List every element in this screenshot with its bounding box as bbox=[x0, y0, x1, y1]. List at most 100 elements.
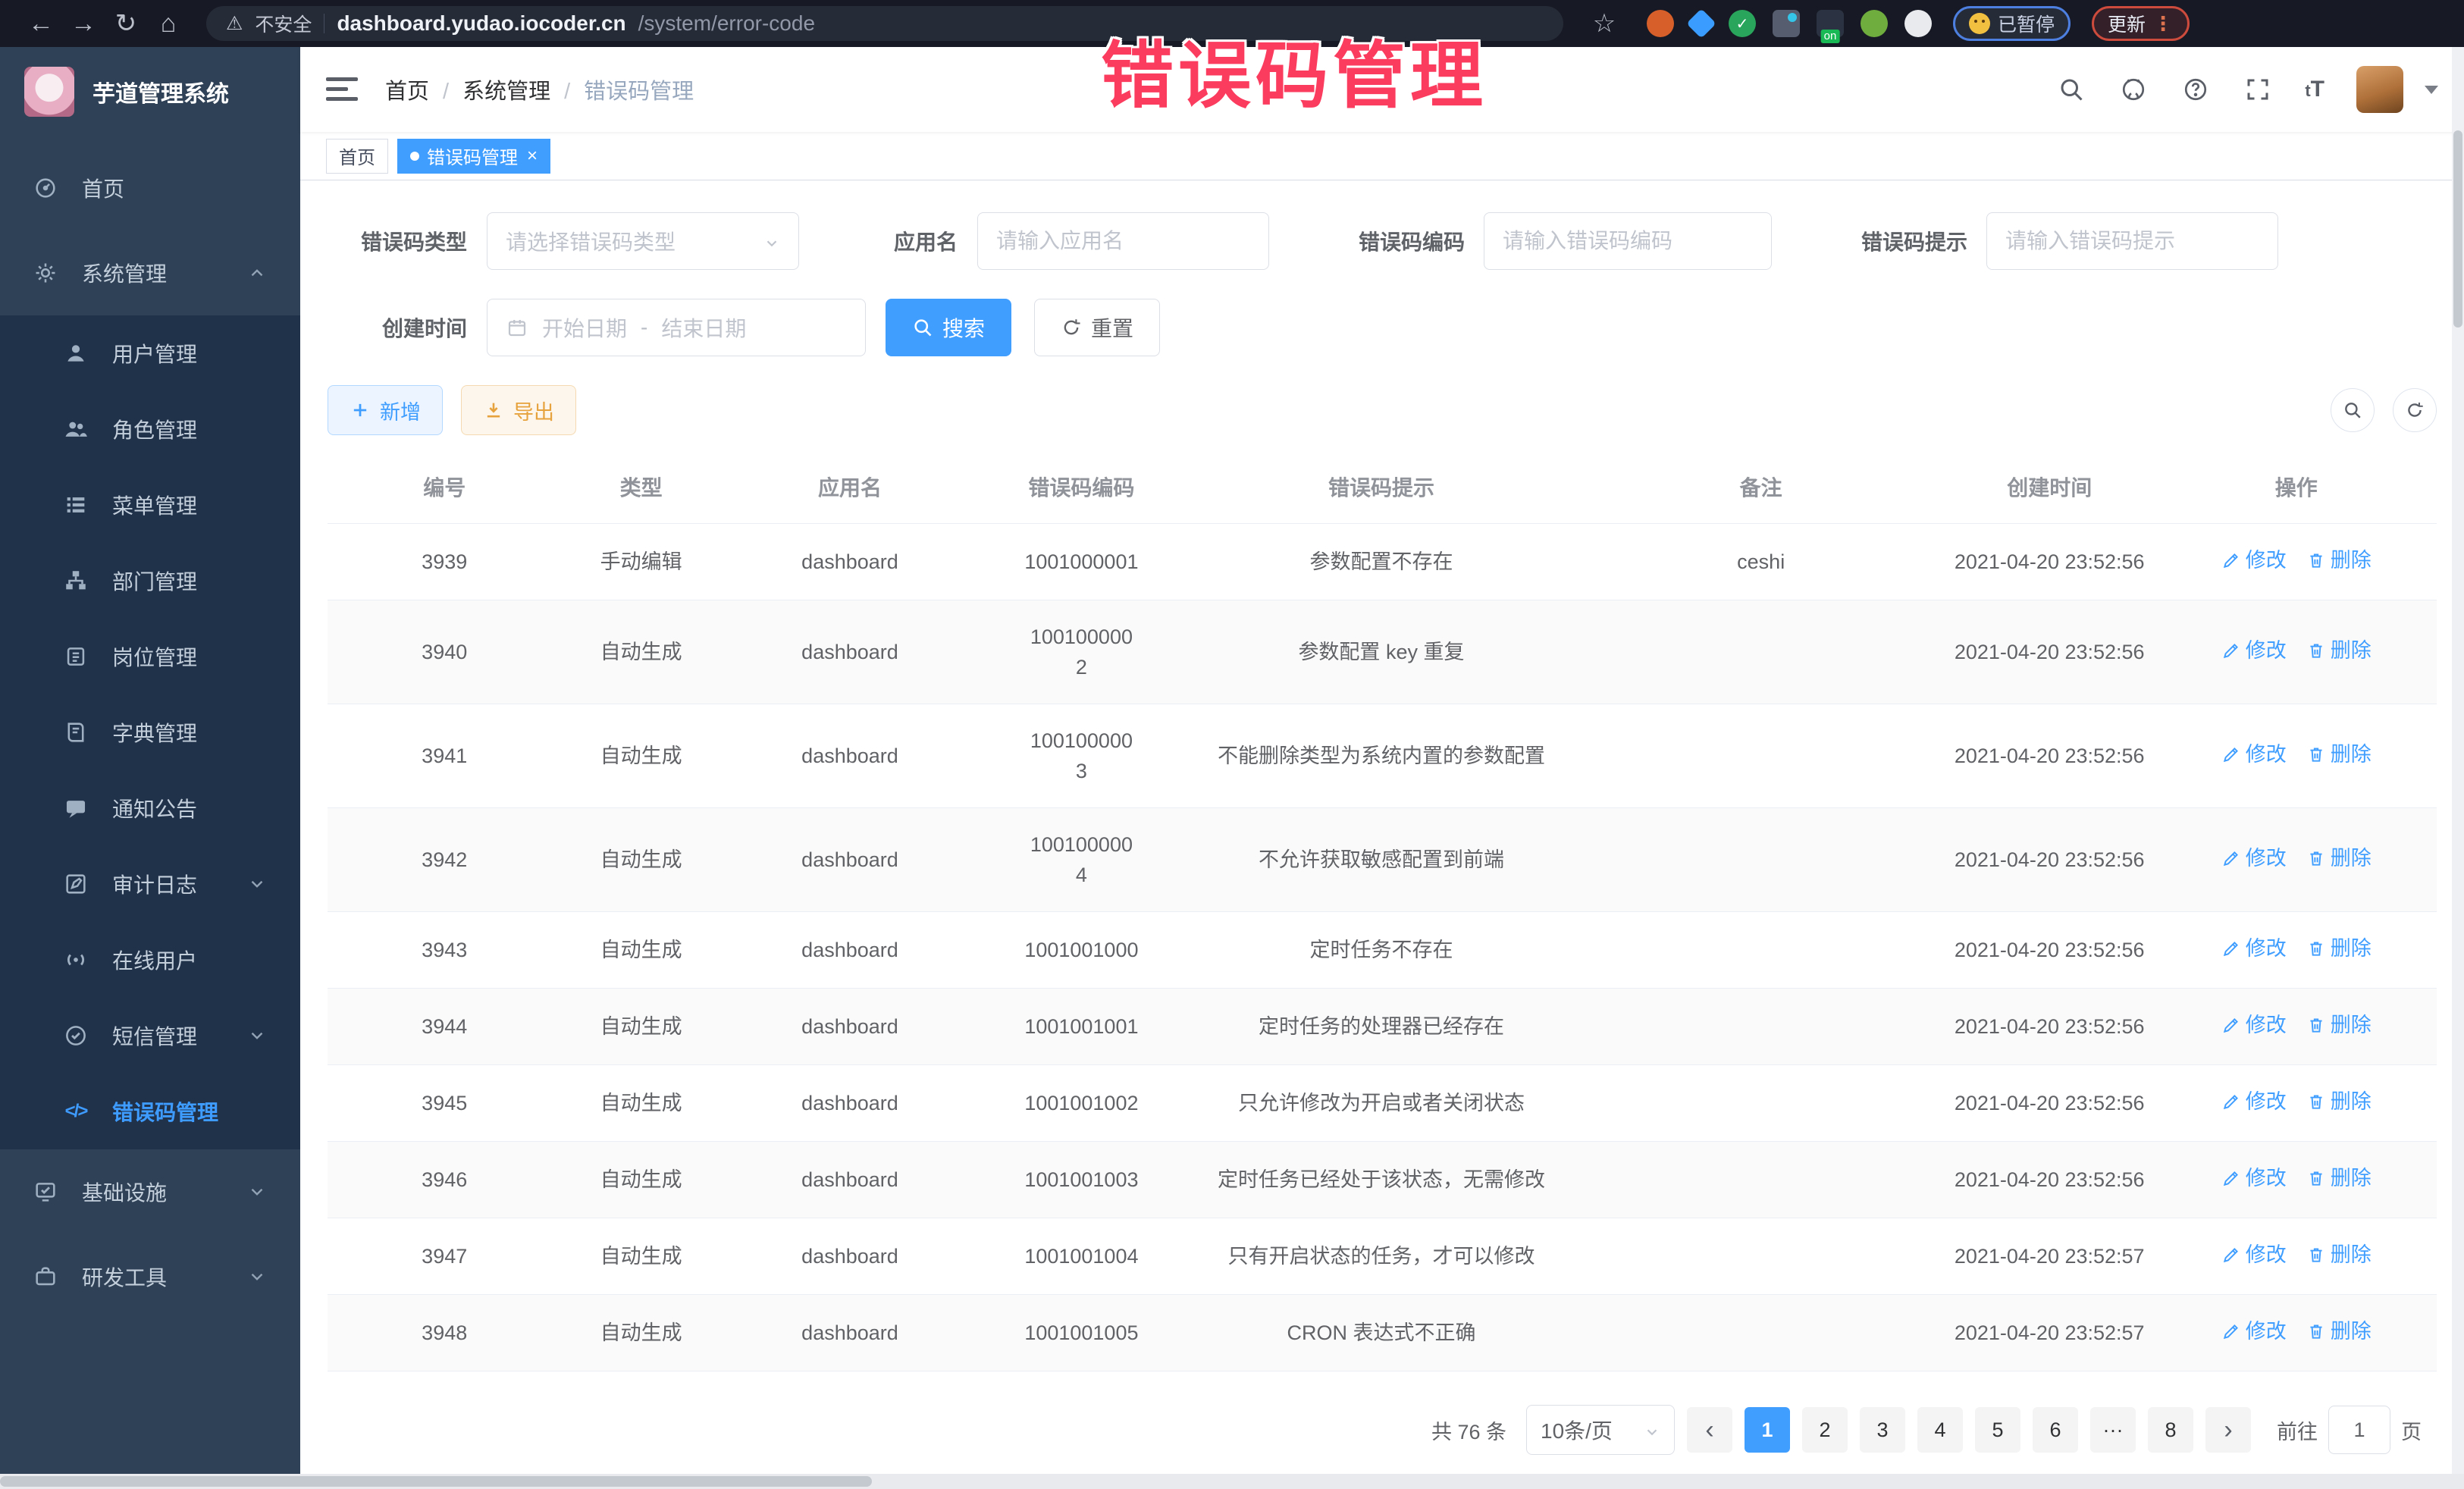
ext-orange-icon[interactable] bbox=[1647, 10, 1674, 37]
search-button[interactable]: 搜索 bbox=[886, 299, 1011, 356]
add-button[interactable]: 新增 bbox=[328, 385, 443, 435]
sidebar-item-在线用户[interactable]: 在线用户 bbox=[0, 922, 300, 998]
horizontal-scrollbar-thumb[interactable] bbox=[0, 1476, 872, 1487]
breadcrumb-item[interactable]: 首页 bbox=[385, 74, 429, 105]
fullscreen-icon[interactable] bbox=[2243, 74, 2273, 105]
edit-link[interactable]: 修改 bbox=[2221, 1010, 2287, 1040]
edit-link[interactable]: 修改 bbox=[2221, 1086, 2287, 1117]
edit-link[interactable]: 修改 bbox=[2221, 843, 2287, 873]
tag-错误码管理[interactable]: 错误码管理 × bbox=[397, 139, 550, 174]
ext-green-check-icon[interactable]: ✓ bbox=[1729, 10, 1756, 37]
delete-link[interactable]: 删除 bbox=[2306, 739, 2372, 770]
delete-link[interactable]: 删除 bbox=[2306, 843, 2372, 873]
browser-menu-icon[interactable]: ⋮ bbox=[2153, 12, 2174, 36]
sidebar-item-短信管理[interactable]: 短信管理 bbox=[0, 998, 300, 1074]
sidebar-item-部门管理[interactable]: 部门管理 bbox=[0, 543, 300, 619]
next-page-button[interactable]: › bbox=[2205, 1407, 2251, 1453]
pagination: 共 76 条 10条/页 ‹ 123456···8 › 前往 页 bbox=[328, 1405, 2437, 1455]
sidebar-item-岗位管理[interactable]: 岗位管理 bbox=[0, 619, 300, 694]
chevron-down-icon bbox=[247, 1182, 267, 1202]
page-button[interactable]: 1 bbox=[1745, 1407, 1790, 1453]
delete-link[interactable]: 删除 bbox=[2306, 1086, 2372, 1117]
page-ellipsis[interactable]: ··· bbox=[2090, 1407, 2136, 1453]
breadcrumb-item[interactable]: 系统管理 bbox=[429, 74, 550, 105]
page-button[interactable]: 6 bbox=[2033, 1407, 2078, 1453]
font-size-icon[interactable]: tT bbox=[2305, 77, 2324, 102]
avatar-dropdown-icon[interactable] bbox=[2425, 86, 2438, 94]
edit-link[interactable]: 修改 bbox=[2221, 739, 2287, 770]
browser-profile-chip[interactable]: 已暂停 bbox=[1953, 6, 2071, 41]
sidebar-item-系统管理[interactable]: 系统管理 bbox=[0, 230, 300, 315]
delete-link[interactable]: 删除 bbox=[2306, 1240, 2372, 1270]
delete-link[interactable]: 删除 bbox=[2306, 1316, 2372, 1346]
sidebar-item-基础设施[interactable]: 基础设施 bbox=[0, 1149, 300, 1234]
sidebar-item-角色管理[interactable]: 角色管理 bbox=[0, 391, 300, 467]
edit-link[interactable]: 修改 bbox=[2221, 1163, 2287, 1193]
reload-icon[interactable]: ↻ bbox=[105, 8, 147, 39]
error-code-input[interactable] bbox=[1484, 212, 1772, 270]
cell-type: 自动生成 bbox=[561, 704, 720, 808]
edit-link[interactable]: 修改 bbox=[2221, 545, 2287, 575]
edit-link[interactable]: 修改 bbox=[2221, 933, 2287, 964]
sidebar-item-错误码管理[interactable]: </> 错误码管理 bbox=[0, 1074, 300, 1149]
page-button[interactable]: 4 bbox=[1917, 1407, 1963, 1453]
edit-link[interactable]: 修改 bbox=[2221, 1316, 2287, 1346]
page-button[interactable]: 8 bbox=[2148, 1407, 2193, 1453]
sidebar-item-菜单管理[interactable]: 菜单管理 bbox=[0, 467, 300, 543]
logo-avatar bbox=[24, 67, 74, 117]
page-size-select[interactable]: 10条/页 bbox=[1526, 1405, 1675, 1455]
sidebar-item-用户管理[interactable]: 用户管理 bbox=[0, 315, 300, 391]
search-icon[interactable] bbox=[2056, 74, 2086, 105]
error-type-select[interactable]: 请选择错误码类型 bbox=[487, 212, 799, 270]
github-icon[interactable] bbox=[2118, 74, 2149, 105]
sidebar-item-字典管理[interactable]: 字典管理 bbox=[0, 694, 300, 770]
edit-link[interactable]: 修改 bbox=[2221, 635, 2287, 666]
help-icon[interactable] bbox=[2180, 74, 2211, 105]
sidebar-item-研发工具[interactable]: 研发工具 bbox=[0, 1234, 300, 1319]
page-button[interactable]: 2 bbox=[1802, 1407, 1848, 1453]
ext-switch-icon[interactable]: on bbox=[1817, 10, 1844, 37]
horizontal-scrollbar[interactable] bbox=[0, 1474, 2464, 1489]
breadcrumb-item[interactable]: 错误码管理 bbox=[550, 74, 694, 105]
infra-icon bbox=[32, 1178, 59, 1205]
sidebar-item-通知公告[interactable]: 通知公告 bbox=[0, 770, 300, 846]
delete-link[interactable]: 删除 bbox=[2306, 1163, 2372, 1193]
ext-key-icon[interactable] bbox=[1861, 10, 1888, 37]
ext-tabs-icon[interactable] bbox=[1773, 10, 1800, 37]
delete-link[interactable]: 删除 bbox=[2306, 635, 2372, 666]
home-icon[interactable]: ⌂ bbox=[147, 9, 190, 39]
vertical-scrollbar-thumb[interactable] bbox=[2453, 130, 2462, 328]
address-bar[interactable]: ⚠ 不安全 dashboard.yudao.iocoder.cn /system… bbox=[206, 6, 1563, 41]
edit-link[interactable]: 修改 bbox=[2221, 1240, 2287, 1270]
cell-code: 100100000 4 bbox=[979, 808, 1183, 912]
forward-icon[interactable]: → bbox=[62, 9, 105, 39]
prev-page-button[interactable]: ‹ bbox=[1687, 1407, 1732, 1453]
delete-link[interactable]: 删除 bbox=[2306, 545, 2372, 575]
refresh-icon[interactable] bbox=[2393, 388, 2437, 432]
page-button[interactable]: 5 bbox=[1975, 1407, 2020, 1453]
goto-page-input[interactable] bbox=[2328, 1406, 2390, 1454]
export-button[interactable]: 导出 bbox=[461, 385, 576, 435]
vertical-scrollbar[interactable] bbox=[2452, 47, 2464, 1474]
hamburger-icon[interactable] bbox=[326, 77, 358, 102]
cell-time: 2021-04-20 23:52:56 bbox=[1943, 912, 2155, 989]
delete-link[interactable]: 删除 bbox=[2306, 1010, 2372, 1040]
toggle-search-icon[interactable] bbox=[2331, 388, 2375, 432]
page-button[interactable]: 3 bbox=[1860, 1407, 1905, 1453]
reset-button[interactable]: 重置 bbox=[1034, 299, 1160, 356]
back-icon[interactable]: ← bbox=[20, 9, 62, 39]
ext-gem-icon[interactable] bbox=[1686, 8, 1716, 39]
user-avatar[interactable] bbox=[2356, 66, 2403, 113]
close-icon[interactable]: × bbox=[527, 146, 538, 167]
browser-update-button[interactable]: 更新 ⋮ bbox=[2092, 6, 2190, 41]
cell-app: dashboard bbox=[721, 524, 979, 600]
error-hint-input[interactable] bbox=[1986, 212, 2278, 270]
ext-puzzle-icon[interactable] bbox=[1904, 10, 1932, 37]
sidebar-item-审计日志[interactable]: 审计日志 bbox=[0, 846, 300, 922]
date-range-picker[interactable]: 开始日期 - 结束日期 bbox=[487, 299, 866, 356]
sidebar-item-首页[interactable]: 首页 bbox=[0, 146, 300, 230]
tag-首页[interactable]: 首页 bbox=[326, 139, 388, 174]
bookmark-star-icon[interactable]: ☆ bbox=[1583, 8, 1625, 39]
delete-link[interactable]: 删除 bbox=[2306, 933, 2372, 964]
app-name-input[interactable] bbox=[977, 212, 1269, 270]
